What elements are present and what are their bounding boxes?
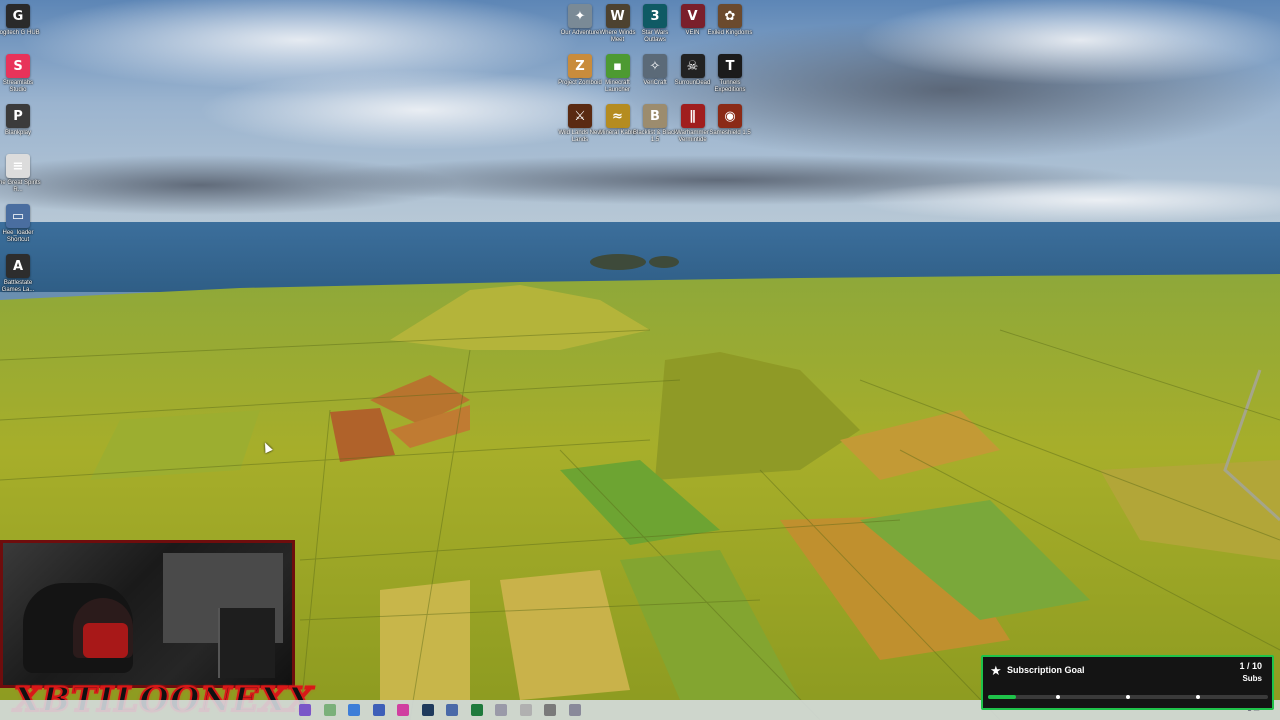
app-icon[interactable] (348, 704, 360, 716)
surroundead-icon: ☠ (680, 54, 705, 78)
minecraft-icon: ▪ (605, 54, 630, 78)
desktop-shortcut-label: Hee_loader Shortcut (2, 230, 34, 243)
app-icon[interactable] (299, 704, 311, 716)
desktop-shortcut-label: The Great Spirits R... (0, 180, 41, 193)
battlestate-icon: A (6, 254, 30, 278)
star-icon: ★ (990, 663, 1002, 678)
goal-title: Subscription Goal (1007, 665, 1085, 675)
blacklist-icon: B (643, 104, 667, 128)
desktop-shortcut-label: Tunnels Expeditions (714, 80, 746, 93)
warhammer-icon: ∥ (680, 104, 705, 128)
desktop-shortcut[interactable]: A Battlestate Games La... (0, 254, 42, 294)
app-icon[interactable] (446, 704, 458, 716)
webcam-overlay (0, 540, 295, 688)
subscription-goal-widget: ★ Subscription Goal 1 / 10 Subs (981, 655, 1274, 710)
blankplay-icon: P (6, 104, 30, 128)
desktop-shortcut-label: VeriCraft (643, 80, 667, 86)
star-wars-outlaws-icon: 3 (643, 4, 667, 28)
document-icon: ≡ (6, 154, 30, 178)
excel-icon[interactable] (470, 704, 483, 716)
desktop-shortcut-label: Battlestate Games La... (1, 280, 35, 293)
desktop-shortcut-label: Blankplay (4, 130, 31, 136)
desktop-shortcut[interactable]: G Logitech G HUB (0, 4, 42, 37)
desktop-shortcut-label: SurrounDead (674, 80, 711, 86)
shortcut-icon: ▭ (6, 204, 30, 228)
sameshield-icon: ◉ (718, 104, 742, 128)
exiled-kingdoms-icon: ✿ (718, 4, 742, 28)
goal-milestone-marker (1196, 695, 1200, 699)
desktop-shortcut[interactable]: ▭ Hee_loader Shortcut (0, 204, 42, 244)
app-icon[interactable] (568, 704, 581, 716)
app-icon[interactable] (372, 704, 385, 716)
logitech-g-icon: G (6, 4, 30, 28)
where-winds-meet-icon: W (605, 4, 630, 28)
desktop-shortcut-label: Sameshield 1.5 (709, 130, 751, 136)
desktop-shortcut[interactable]: T Tunnels Expeditions (706, 54, 754, 94)
desktop-shortcut-label: Exiled Kingdoms (707, 30, 753, 36)
desktop-shortcut[interactable]: ≡ The Great Spirits R... (0, 154, 42, 194)
goal-count: 1 / 10 (1239, 661, 1262, 671)
desktop-shortcut[interactable]: ✿ Exiled Kingdoms (706, 4, 754, 37)
app-icon[interactable] (495, 704, 507, 716)
wild-lands-icon: ⚔ (568, 104, 592, 128)
project-zomboid-icon: Z (568, 54, 592, 78)
app-icon[interactable] (323, 704, 336, 716)
desktop-shortcut[interactable]: ◉ Sameshield 1.5 (706, 104, 754, 137)
mineral-icon: ≈ (605, 104, 630, 128)
our-adventure-icon: ✦ (568, 4, 592, 28)
goal-progress-fill (988, 695, 1016, 699)
goal-progress-track (988, 695, 1268, 699)
streamlabs-icon: S (6, 54, 30, 78)
vericraft-icon: ✧ (643, 54, 667, 78)
desktop-shortcut[interactable]: P Blankplay (0, 104, 42, 137)
goal-unit: Subs (1242, 674, 1262, 683)
goal-milestone-marker (1056, 695, 1060, 699)
tunnels-icon: T (718, 54, 742, 78)
desktop-shortcut-label: Streamlabs Studio (2, 80, 34, 93)
desktop-shortcut[interactable]: S Streamlabs Studio (0, 54, 42, 94)
goal-milestone-marker (1126, 695, 1130, 699)
steam-icon[interactable] (421, 704, 434, 716)
desktop-shortcut-label: Logitech G HUB (0, 30, 40, 36)
desktop-shortcut-label: VEIN (685, 30, 700, 36)
vein-icon: V (680, 4, 705, 28)
app-icon[interactable] (397, 704, 409, 716)
app-icon[interactable] (519, 704, 532, 716)
gear-icon[interactable] (544, 704, 556, 716)
